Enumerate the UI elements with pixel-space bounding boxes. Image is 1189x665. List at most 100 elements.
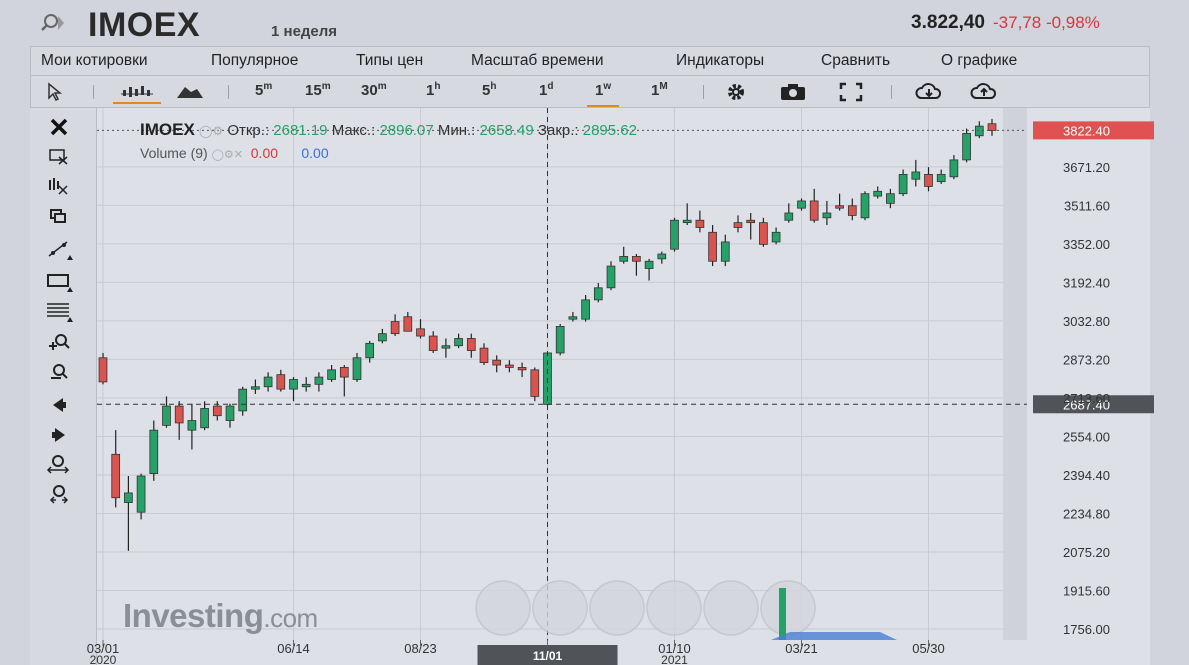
candle — [276, 369, 286, 392]
candle — [136, 473, 146, 520]
volume-bar — [779, 588, 786, 640]
y-axis: 3671.20 3511.60 3352.00 3192.40 3032.80 2873.… — [1063, 160, 1110, 637]
candle — [530, 367, 540, 402]
candle-body — [200, 408, 209, 429]
candle — [657, 251, 667, 264]
y-tick-label: 2873.20 — [1063, 352, 1110, 367]
candle-body — [492, 359, 502, 366]
candle — [581, 295, 590, 322]
nav-zoom-out-icon[interactable] — [589, 580, 645, 636]
candle-body — [289, 379, 298, 390]
candle — [593, 282, 603, 303]
x-tick-label: 08/23 — [404, 641, 437, 656]
candle-body — [238, 388, 248, 412]
candle — [98, 352, 108, 385]
candle-body — [822, 212, 832, 219]
candle-body — [949, 159, 959, 178]
candle-body — [301, 383, 311, 388]
candle-body — [517, 367, 527, 371]
y-tick-label: 1915.60 — [1063, 583, 1110, 598]
candle-body — [136, 475, 146, 513]
last-price-label: 3822.40 — [1063, 123, 1110, 138]
candle — [924, 167, 933, 192]
candle — [835, 193, 844, 211]
candle-body — [263, 376, 273, 388]
candle — [479, 343, 489, 366]
candle — [797, 198, 806, 211]
candle-body — [365, 342, 375, 359]
candle — [390, 314, 400, 337]
nav-scroll-left-icon[interactable] — [475, 580, 531, 636]
y-tick-label: 2394.40 — [1063, 468, 1110, 483]
candle — [454, 333, 463, 349]
x-tick-label: 05/30 — [912, 641, 945, 656]
candle — [860, 191, 870, 221]
candle — [111, 430, 121, 508]
candle — [466, 333, 476, 358]
chart-grid — [97, 166, 1027, 630]
legend-symbol: IMOEX — [140, 120, 195, 139]
x-tick-label: 06/14 — [277, 641, 310, 656]
candle — [555, 323, 565, 356]
candle — [568, 311, 578, 322]
y-tick-label: 2713.60 — [1063, 391, 1110, 406]
candle-body — [98, 357, 108, 383]
candle — [708, 225, 717, 267]
nav-scroll-right-icon[interactable] — [760, 580, 816, 636]
nav-zoom-in-icon[interactable] — [532, 580, 588, 636]
y-tick-label: 3511.60 — [1064, 198, 1110, 213]
candle-body — [111, 453, 121, 499]
volume-area — [771, 632, 897, 640]
candle-body — [593, 287, 603, 301]
volume-settings-icon[interactable]: ◯⚙✕ — [212, 149, 243, 161]
price-chart[interactable]: 3822.402687.4011/01 3671.203511.603352.0… — [0, 0, 1189, 665]
candle-body — [886, 193, 895, 204]
candle-body — [555, 326, 565, 354]
candle-body — [682, 219, 692, 224]
candle-body — [924, 173, 933, 187]
candle — [200, 401, 209, 431]
candle — [174, 401, 184, 440]
candle-body — [454, 338, 463, 347]
candle-body — [670, 219, 679, 250]
candle-body — [162, 405, 171, 426]
candle-body — [911, 171, 921, 180]
candle-body — [124, 492, 133, 503]
candle-body — [530, 369, 540, 397]
candle — [225, 403, 235, 428]
candle-body — [619, 256, 629, 262]
candle — [619, 246, 629, 264]
candle-body — [327, 369, 336, 380]
nav-zoom-range-icon[interactable] — [646, 580, 702, 636]
candle-body — [581, 299, 590, 320]
candle — [974, 121, 984, 139]
candle-body — [416, 328, 425, 337]
candle — [632, 254, 641, 276]
candle — [644, 258, 654, 281]
candle-body — [708, 231, 717, 262]
candle — [517, 362, 527, 378]
candle — [962, 128, 971, 163]
candle-body — [898, 173, 908, 195]
candle-body — [632, 256, 641, 262]
candle-body — [606, 265, 616, 289]
legend-high-label: Макс.: — [331, 122, 376, 139]
candle — [428, 331, 438, 353]
candle — [606, 261, 616, 291]
volume-label: Volume (9) — [140, 145, 208, 161]
investing-logo: Investing.com — [123, 597, 318, 635]
candle-body — [149, 429, 159, 475]
legend-close: 2895.62 — [582, 122, 637, 139]
candle — [873, 186, 883, 199]
candle-body — [428, 335, 438, 351]
candle-body — [251, 386, 260, 390]
candle — [251, 379, 260, 394]
nav-reset-icon[interactable] — [703, 580, 759, 636]
candle — [162, 396, 171, 428]
candle-body — [657, 253, 667, 260]
candle — [809, 188, 819, 223]
candle-body — [746, 219, 756, 224]
legend-eye-icon[interactable]: ◯⚙ — [199, 124, 223, 138]
candle-body — [378, 333, 387, 342]
candle — [187, 403, 197, 450]
